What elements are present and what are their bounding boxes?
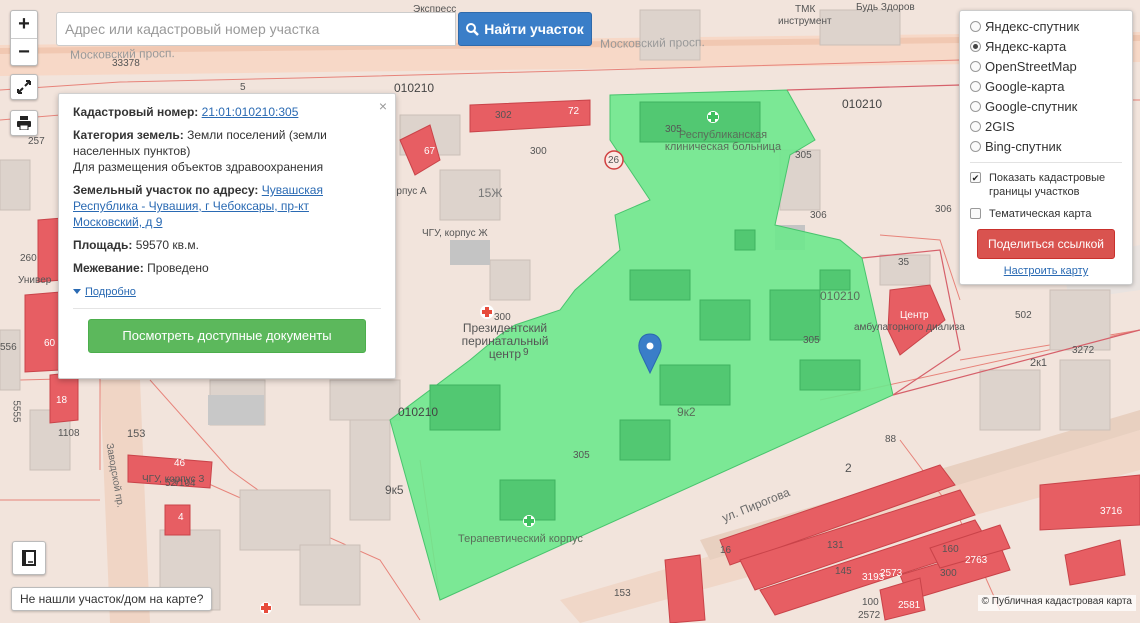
legend-button[interactable] [12,541,46,575]
radio-unselected[interactable] [970,20,981,32]
minus-icon: − [18,40,30,63]
radio-unselected[interactable] [970,80,981,92]
basemap-option[interactable]: Google-спутник [970,96,1122,116]
cadastral-number-link[interactable]: 21:01:010210:305 [202,105,299,119]
show-borders-label: Показать кадастровые границы участков [989,172,1106,198]
plus-icon: + [18,13,30,35]
basemap-option-label: Google-спутник [985,98,1078,114]
area-label: Площадь: [73,238,133,252]
cadastral-number-row: Кадастровый номер: 21:01:010210:305 [73,104,381,120]
basemap-option[interactable]: 2GIS [970,116,1122,136]
search-button-label: Найти участок [484,21,584,37]
thematic-map-toggle[interactable]: Тематическая карта [970,207,1122,221]
basemap-option[interactable]: Bing-спутник [970,136,1122,156]
zoom-out-button[interactable]: − [11,38,37,65]
expand-icon [17,80,31,94]
address-label: Земельный участок по адресу: [73,183,259,197]
survey-label: Межевание: [73,261,144,275]
basemap-option[interactable]: Яндекс-спутник [970,16,1122,36]
radio-selected[interactable] [970,40,981,52]
radio-unselected[interactable] [970,60,981,72]
layer-switcher-panel: Яндекс-спутник Яндекс-карта OpenStreetMap G… [959,10,1133,285]
basemap-list: Яндекс-спутник Яндекс-карта OpenStreetMap G… [970,16,1122,156]
area-value: 59570 кв.м. [135,238,199,252]
thematic-map-label: Тематическая карта [989,208,1092,220]
details-link[interactable]: Подробно [73,286,136,298]
area-row: Площадь: 59570 кв.м. [73,237,381,253]
printer-icon [17,116,31,130]
land-category-row: Категория земель: Земли поселений (земли… [73,127,381,175]
divider [73,307,381,309]
basemap-option[interactable]: Google-карта [970,76,1122,96]
zoom-control: + − [10,10,38,66]
book-icon [22,550,36,566]
caret-down-icon [73,289,81,294]
basemap-option-label: 2GIS [985,118,1015,134]
land-use-value: Для размещения объектов здравоохранения [73,160,324,174]
share-link-button[interactable]: Поделиться ссылкой [977,229,1115,259]
setup-map-link[interactable]: Настроить карту [970,265,1122,277]
not-found-button[interactable]: Не нашли участок/дом на карте? [11,587,213,611]
basemap-option-label: OpenStreetMap [985,58,1077,74]
checkbox-unchecked[interactable] [970,208,981,219]
print-button[interactable] [10,110,38,136]
survey-row: Межевание: Проведено [73,260,381,276]
parcel-info-popup: × Кадастровый номер: 21:01:010210:305 Ка… [58,93,396,379]
search-button[interactable]: Найти участок [458,12,592,46]
copyright: © Публичная кадастровая карта [977,595,1136,611]
search-bar: Найти участок [56,12,592,46]
radio-unselected[interactable] [970,100,981,112]
basemap-option-label: Яндекс-карта [985,38,1067,54]
basemap-option-label: Bing-спутник [985,138,1062,154]
basemap-option-label: Google-карта [985,78,1065,94]
radio-unselected[interactable] [970,120,981,132]
basemap-option[interactable]: Яндекс-карта [970,36,1122,56]
close-icon[interactable]: × [379,98,387,114]
divider [970,162,1122,163]
address-row: Земельный участок по адресу: Чувашская Р… [73,182,381,230]
radio-unselected[interactable] [970,140,981,152]
land-category-label: Категория земель: [73,128,184,142]
search-input[interactable] [56,12,456,46]
cadastral-number-label: Кадастровый номер: [73,105,199,119]
fullscreen-button[interactable] [10,74,38,100]
basemap-option[interactable]: OpenStreetMap [970,56,1122,76]
details-link-label: Подробно [85,285,136,298]
survey-value: Проведено [147,261,209,275]
show-borders-toggle[interactable]: ✔ Показать кадастровые границы участков [970,171,1122,199]
basemap-option-label: Яндекс-спутник [985,18,1080,34]
view-documents-button[interactable]: Посмотреть доступные документы [88,318,366,353]
search-icon [466,22,480,36]
zoom-in-button[interactable]: + [11,11,37,38]
checkbox-checked[interactable]: ✔ [970,172,981,183]
